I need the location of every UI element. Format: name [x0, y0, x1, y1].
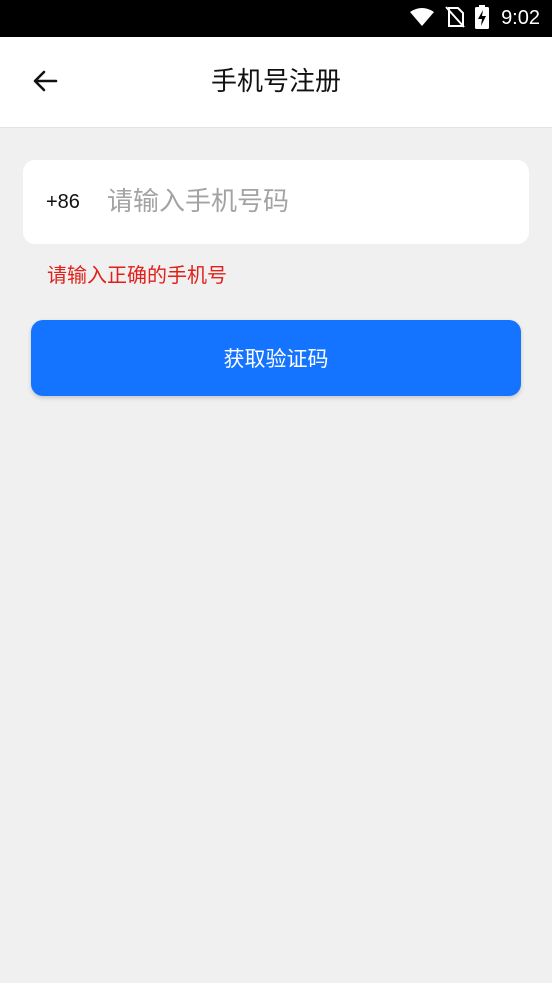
app-bar: 手机号注册: [0, 37, 552, 128]
arrow-left-icon: [31, 69, 59, 97]
status-bar: 9:02: [0, 0, 552, 37]
status-icons: 9:02: [409, 0, 540, 37]
phone-input-card: +86: [23, 160, 529, 244]
back-button[interactable]: [22, 60, 68, 106]
page-title: 手机号注册: [210, 67, 341, 97]
no-sim-icon: [445, 5, 465, 32]
battery-charging-icon: [475, 4, 490, 33]
get-verification-code-button[interactable]: 获取验证码: [31, 320, 521, 396]
phone-error-message: 请输入正确的手机号: [47, 263, 227, 287]
wifi-icon: [409, 7, 435, 31]
country-code[interactable]: +86: [46, 160, 80, 244]
phone-number-input[interactable]: [107, 180, 507, 224]
status-time: 9:02: [501, 7, 540, 29]
